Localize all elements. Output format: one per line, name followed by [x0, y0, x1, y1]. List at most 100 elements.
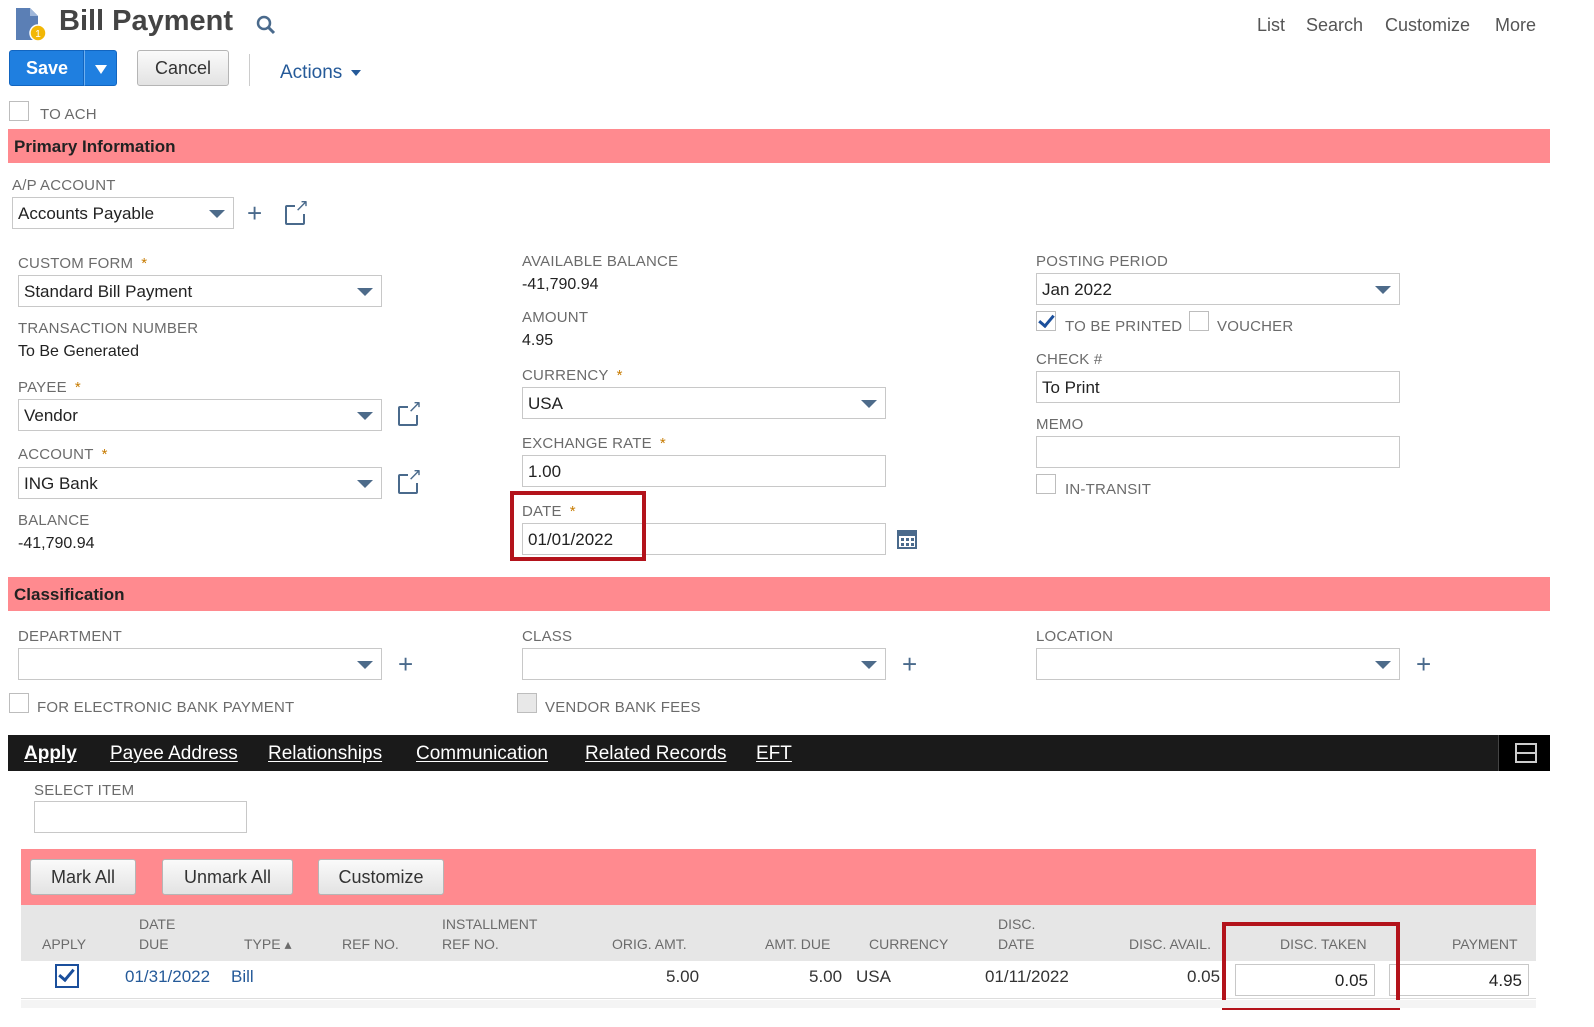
- col-type[interactable]: TYPE ▴: [244, 934, 291, 954]
- mark-all-button[interactable]: Mark All: [30, 859, 136, 895]
- select-item-input[interactable]: [34, 801, 247, 833]
- cancel-button[interactable]: Cancel: [137, 50, 229, 86]
- voucher-label: VOUCHER: [1217, 318, 1294, 335]
- department-select[interactable]: [18, 648, 382, 680]
- available-balance-label: AVAILABLE BALANCE: [522, 253, 679, 270]
- disc-taken-highlight-box: [1222, 922, 1400, 1010]
- custom-form-select[interactable]: Standard Bill Payment: [18, 275, 382, 307]
- col-date-due[interactable]: DATE DUE: [139, 914, 175, 954]
- unmark-all-button[interactable]: Unmark All: [162, 859, 293, 895]
- customize-button[interactable]: Customize: [318, 859, 444, 895]
- search-icon[interactable]: [255, 14, 277, 36]
- open-ap-account-external-icon[interactable]: [285, 197, 309, 225]
- location-select[interactable]: [1036, 648, 1400, 680]
- row-apply-checkbox[interactable]: [55, 964, 79, 988]
- actions-menu[interactable]: Actions: [280, 62, 361, 84]
- subtab-bar: Apply Payee Address Relationships Commun…: [8, 735, 1550, 771]
- currency-select[interactable]: USA: [522, 387, 886, 419]
- tab-payee-address[interactable]: Payee Address: [110, 743, 238, 765]
- row-payment-input[interactable]: 4.95: [1389, 964, 1529, 996]
- save-button-label: Save: [26, 58, 69, 78]
- date-highlight-box: [510, 491, 646, 561]
- tab-apply[interactable]: Apply: [24, 743, 77, 765]
- vendor-bank-fees-checkbox[interactable]: [517, 693, 537, 713]
- ap-account-select[interactable]: Accounts Payable: [12, 197, 234, 229]
- tab-related-records[interactable]: Related Records: [585, 743, 727, 765]
- col-apply[interactable]: APPLY: [42, 934, 86, 954]
- classification-header[interactable]: Classification: [8, 577, 1550, 611]
- primary-information-header[interactable]: Primary Information: [8, 129, 1550, 163]
- ap-account-label: A/P ACCOUNT: [12, 177, 116, 194]
- col-disc-date[interactable]: DISC. DATE: [998, 914, 1035, 954]
- row-date-due[interactable]: 01/31/2022: [125, 967, 210, 987]
- nav-customize[interactable]: Customize: [1385, 15, 1470, 36]
- add-location-plus-icon[interactable]: +: [1416, 651, 1431, 677]
- add-ap-account-plus-icon[interactable]: +: [247, 200, 262, 226]
- account-select[interactable]: ING Bank: [18, 467, 382, 499]
- tab-eft[interactable]: EFT: [756, 743, 792, 765]
- col-ref-no[interactable]: REF NO.: [342, 934, 399, 954]
- chevron-down-icon: [1375, 661, 1391, 669]
- amount-label: AMOUNT: [522, 309, 589, 326]
- nav-list[interactable]: List: [1257, 15, 1285, 36]
- tab-relationships[interactable]: Relationships: [268, 743, 382, 765]
- svg-text:1: 1: [35, 29, 41, 40]
- vendor-bank-fees-label: VENDOR BANK FEES: [545, 699, 701, 716]
- col-orig-amt[interactable]: ORIG. AMT.: [612, 934, 687, 954]
- toolbar-divider: [249, 54, 250, 86]
- chevron-down-icon: [209, 210, 225, 218]
- class-select[interactable]: [522, 648, 886, 680]
- add-department-plus-icon[interactable]: +: [398, 651, 413, 677]
- chevron-down-icon: [861, 661, 877, 669]
- nav-search[interactable]: Search: [1306, 15, 1363, 36]
- payee-select[interactable]: Vendor: [18, 399, 382, 431]
- chevron-down-icon: [357, 412, 373, 420]
- voucher-checkbox[interactable]: [1189, 311, 1209, 331]
- col-currency[interactable]: CURRENCY: [869, 934, 948, 954]
- check-number-label: CHECK #: [1036, 351, 1103, 368]
- row-disc-date: 01/11/2022: [985, 967, 1069, 986]
- in-transit-checkbox[interactable]: [1036, 474, 1056, 494]
- check-number-input[interactable]: To Print: [1036, 371, 1400, 403]
- col-amt-due[interactable]: AMT. DUE: [765, 934, 830, 954]
- memo-input[interactable]: [1036, 436, 1400, 468]
- select-item-label: SELECT ITEM: [34, 782, 135, 799]
- to-be-printed-label: TO BE PRINTED: [1065, 318, 1183, 335]
- memo-label: MEMO: [1036, 416, 1084, 433]
- class-label: CLASS: [522, 628, 573, 645]
- nav-more[interactable]: More: [1495, 15, 1536, 36]
- transaction-number-value: To Be Generated: [18, 343, 139, 360]
- layout-toggle-icon[interactable]: [1498, 735, 1550, 771]
- chevron-down-icon: [861, 400, 877, 408]
- save-button[interactable]: Save: [9, 50, 84, 86]
- next-row-edge: [21, 1000, 1536, 1008]
- col-installment-ref-no[interactable]: INSTALLMENT REF NO.: [442, 914, 537, 954]
- calendar-icon[interactable]: [897, 529, 917, 549]
- tab-communication[interactable]: Communication: [416, 743, 548, 765]
- posting-period-select[interactable]: Jan 2022: [1036, 273, 1400, 305]
- transaction-number-label: TRANSACTION NUMBER: [18, 320, 199, 337]
- chevron-down-icon: [357, 661, 373, 669]
- electronic-bank-payment-checkbox[interactable]: [9, 693, 29, 713]
- exchange-rate-input[interactable]: 1.00: [522, 455, 886, 487]
- page-icon: 1: [14, 6, 47, 42]
- to-be-printed-checkbox[interactable]: [1036, 311, 1056, 331]
- save-dropdown-button[interactable]: [84, 50, 117, 86]
- add-class-plus-icon[interactable]: +: [902, 651, 917, 677]
- balance-value: -41,790.94: [18, 535, 95, 552]
- col-payment[interactable]: PAYMENT: [1452, 934, 1518, 954]
- payee-label: PAYEE *: [18, 379, 81, 396]
- open-payee-external-icon[interactable]: [398, 398, 422, 426]
- department-label: DEPARTMENT: [18, 628, 122, 645]
- amount-value: 4.95: [522, 332, 554, 349]
- row-type-link[interactable]: Bill: [231, 967, 254, 987]
- chevron-down-icon: [95, 65, 107, 74]
- open-account-external-icon[interactable]: [398, 466, 422, 494]
- actions-label: Actions: [280, 62, 343, 83]
- row-currency: USA: [856, 967, 891, 986]
- chevron-down-icon: [357, 288, 373, 296]
- col-disc-avail[interactable]: DISC. AVAIL.: [1129, 934, 1211, 954]
- to-ach-checkbox[interactable]: [9, 101, 29, 121]
- exchange-rate-label: EXCHANGE RATE *: [522, 435, 666, 452]
- account-label: ACCOUNT *: [18, 446, 108, 463]
